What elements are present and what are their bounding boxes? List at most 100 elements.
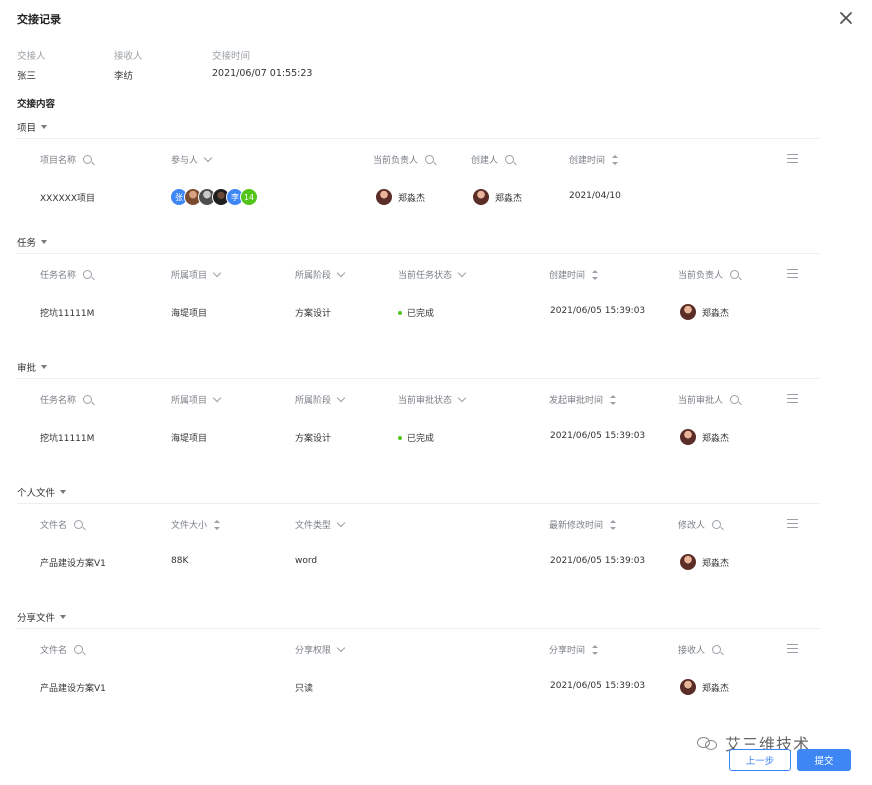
chevron-down-icon[interactable] [213, 268, 221, 276]
search-icon[interactable] [712, 520, 721, 529]
header-label: 当前负责人 [678, 268, 723, 281]
prev-step-button[interactable]: 上一步 [729, 749, 791, 771]
search-icon[interactable] [730, 395, 739, 404]
chevron-down-icon[interactable] [458, 393, 466, 401]
section-title-personal-files: 个人文件 [17, 485, 55, 499]
cell-stage: 方案设计 [295, 431, 331, 444]
chevron-down-icon[interactable] [213, 393, 221, 401]
cell-task-status: 已完成 [398, 306, 434, 319]
divider [17, 378, 820, 379]
sort-icon[interactable] [610, 395, 616, 405]
header-participants: 参与人 [171, 153, 211, 166]
header-label: 所属项目 [171, 268, 207, 281]
chevron-down-icon[interactable] [458, 268, 466, 276]
search-icon[interactable] [74, 520, 83, 529]
dialog-title: 交接记录 [17, 11, 61, 27]
section-toggle-shared-files[interactable]: 分享文件 [17, 610, 66, 624]
chevron-down-icon[interactable] [337, 393, 345, 401]
section-title-approvals: 审批 [17, 360, 36, 374]
cell-created-time: 2021/04/10 [569, 191, 621, 201]
cell-share-permission: 只读 [295, 681, 313, 694]
search-icon[interactable] [730, 270, 739, 279]
header-stage: 所属阶段 [295, 268, 344, 281]
column-settings-button[interactable] [787, 394, 798, 406]
search-icon[interactable] [83, 155, 92, 164]
chevron-down-icon[interactable] [204, 153, 212, 161]
header-created-time: 创建时间 [569, 153, 618, 166]
cell-approval-started: 2021/06/05 15:39:03 [550, 431, 645, 441]
menu-icon [787, 269, 798, 278]
divider [17, 253, 820, 254]
caret-down-icon [60, 490, 66, 494]
search-icon[interactable] [425, 155, 434, 164]
section-toggle-approvals[interactable]: 审批 [17, 360, 47, 374]
handover-person-label: 交接人 [17, 48, 46, 62]
chevron-down-icon[interactable] [337, 518, 345, 526]
search-icon[interactable] [74, 645, 83, 654]
header-label: 参与人 [171, 153, 198, 166]
header-owner: 当前负责人 [678, 268, 739, 281]
column-settings-button[interactable] [787, 154, 798, 166]
header-approval-status: 当前审批状态 [398, 393, 465, 406]
header-label: 最新修改时间 [549, 518, 603, 531]
owner-name: 郑淼杰 [702, 306, 729, 319]
caret-down-icon [41, 240, 47, 244]
header-project: 所属项目 [171, 393, 220, 406]
cell-approval-status: 已完成 [398, 431, 434, 444]
handover-time-label: 交接时间 [212, 48, 250, 62]
header-file-type: 文件类型 [295, 518, 344, 531]
content-heading: 交接内容 [17, 96, 55, 110]
menu-icon [787, 519, 798, 528]
header-creator: 创建人 [471, 153, 514, 166]
section-toggle-personal-files[interactable]: 个人文件 [17, 485, 66, 499]
menu-icon [787, 394, 798, 403]
header-file-size: 文件大小 [171, 518, 220, 531]
header-task-name: 任务名称 [40, 268, 92, 281]
header-label: 分享时间 [549, 643, 585, 656]
sort-icon[interactable] [612, 155, 618, 165]
cell-project: 海堤项目 [171, 306, 207, 319]
search-icon[interactable] [83, 395, 92, 404]
caret-down-icon [41, 365, 47, 369]
column-settings-button[interactable] [787, 519, 798, 531]
sort-icon[interactable] [214, 520, 220, 530]
chevron-down-icon[interactable] [337, 268, 345, 276]
sort-icon[interactable] [592, 645, 598, 655]
header-approver: 当前审批人 [678, 393, 739, 406]
cell-file-size: 88K [171, 556, 188, 566]
header-file-name: 文件名 [40, 643, 83, 656]
header-label: 文件类型 [295, 518, 331, 531]
cell-approver: 郑淼杰 [679, 428, 729, 446]
section-toggle-tasks[interactable]: 任务 [17, 235, 47, 249]
header-label: 创建人 [471, 153, 498, 166]
column-settings-button[interactable] [787, 269, 798, 281]
cell-created-time: 2021/06/05 15:39:03 [550, 306, 645, 316]
header-project-name: 项目名称 [40, 153, 92, 166]
wechat-icon [697, 735, 719, 751]
header-owner: 当前负责人 [373, 153, 434, 166]
close-icon[interactable] [836, 8, 856, 28]
header-label: 所属阶段 [295, 393, 331, 406]
divider [17, 628, 820, 629]
header-label: 当前审批状态 [398, 393, 452, 406]
column-settings-button[interactable] [787, 644, 798, 656]
header-label: 创建时间 [569, 153, 605, 166]
search-icon[interactable] [83, 270, 92, 279]
cell-file-type: word [295, 556, 317, 566]
header-label: 当前审批人 [678, 393, 723, 406]
submit-button[interactable]: 提交 [797, 749, 851, 771]
header-receiver: 接收人 [678, 643, 721, 656]
sort-icon[interactable] [610, 520, 616, 530]
cell-project: 海堤项目 [171, 431, 207, 444]
divider [17, 503, 820, 504]
search-icon[interactable] [505, 155, 514, 164]
sort-icon[interactable] [592, 270, 598, 280]
header-label: 文件名 [40, 643, 67, 656]
header-file-name: 文件名 [40, 518, 83, 531]
participants-avatars[interactable]: 张 李 14 [170, 188, 254, 206]
section-toggle-projects[interactable]: 项目 [17, 120, 47, 134]
chevron-down-icon[interactable] [337, 643, 345, 651]
cell-receiver: 郑淼杰 [679, 678, 729, 696]
search-icon[interactable] [712, 645, 721, 654]
header-label: 创建时间 [549, 268, 585, 281]
